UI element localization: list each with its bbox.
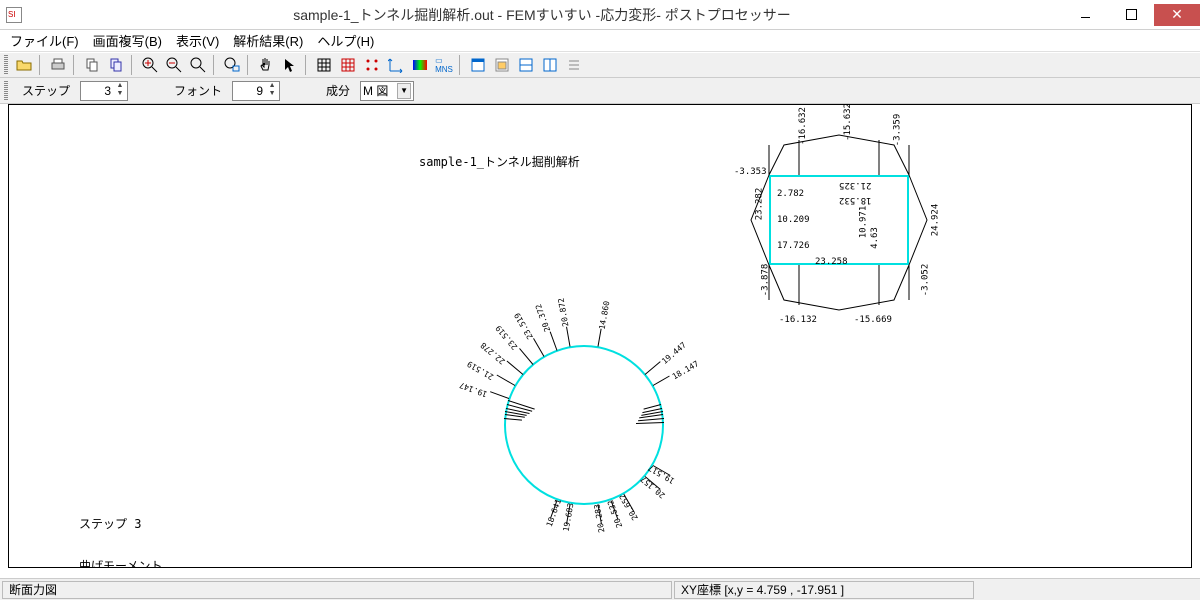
menu-help[interactable]: ヘルプ(H) [311, 29, 380, 52]
tunnel-value-label: 19.147 [458, 380, 488, 398]
tunnel-value-label: 18.641 [544, 498, 562, 528]
window3-icon[interactable] [515, 54, 537, 76]
zoom-fit-icon[interactable] [187, 54, 209, 76]
grid-red-icon[interactable] [337, 54, 359, 76]
zoom-in-icon[interactable] [139, 54, 161, 76]
frame-diagram: -3.353 -16.632 -15.632 -3.359 23.282 2.7… [729, 125, 949, 325]
app-icon [6, 7, 22, 23]
plot-title: sample-1_トンネル掘削解析 [419, 153, 580, 170]
step-spin-buttons[interactable]: ▲▼ [113, 82, 127, 100]
rect-val: 24.924 [930, 204, 940, 237]
component-value: M 図 [363, 82, 397, 99]
close-button[interactable] [1154, 4, 1200, 26]
grid-icon[interactable] [313, 54, 335, 76]
tunnel-value-label: 20.872 [556, 297, 570, 327]
status-bar: 断面力図 XY座標 [x,y = 4.759 , -17.951 ] [0, 578, 1200, 600]
rect-val: -16.132 [779, 315, 817, 325]
maximize-button[interactable] [1108, 4, 1154, 26]
pointer-icon[interactable] [279, 54, 301, 76]
tunnel-value-label: 19.683 [562, 503, 576, 533]
tunnel-value-label: 21.519 [466, 359, 496, 381]
step-spinner[interactable]: ▲▼ [80, 81, 128, 101]
tunnel-value-label: 18.147 [671, 360, 701, 382]
plot-canvas[interactable]: sample-1_トンネル掘削解析 ステップ 3 曲げモーメント 最大値 = 2… [8, 104, 1192, 568]
window4-icon[interactable] [539, 54, 561, 76]
toolbar-main: ▭MNS [0, 52, 1200, 78]
tunnel-value-label: 14.860 [597, 300, 611, 330]
rect-val: -3.878 [760, 264, 770, 297]
zoom-out-icon[interactable] [163, 54, 185, 76]
window2-icon[interactable] [491, 54, 513, 76]
rect-val: -15.632 [843, 104, 853, 141]
rainbow-icon[interactable] [409, 54, 431, 76]
menu-view[interactable]: 表示(V) [170, 29, 225, 52]
rect-val: -16.632 [798, 107, 808, 145]
rect-val: -15.669 [854, 315, 892, 325]
tunnel-diagram: 19.14721.51922.27823.51923.51920.37220.8… [484, 305, 684, 568]
rect-val: 4.63 [870, 227, 880, 249]
nodes-icon[interactable] [361, 54, 383, 76]
zoom-window-icon[interactable] [221, 54, 243, 76]
component-combo[interactable]: M 図 ▼ [360, 81, 414, 101]
title-bar: sample-1_トンネル掘削解析.out - FEMすいすい -応力変形- ポ… [0, 0, 1200, 30]
rect-val: 10.971 [858, 206, 868, 239]
copy2-icon[interactable] [105, 54, 127, 76]
rect-val: -3.353 [734, 167, 767, 177]
rect-val: -3.052 [920, 264, 930, 297]
plot-info: ステップ 3 曲げモーメント 最大値 = 2.352E+01 最小値 =-2.3… [79, 489, 209, 568]
window1-icon[interactable] [467, 54, 489, 76]
rect-val: 18.532 [839, 195, 872, 205]
print-icon[interactable] [47, 54, 69, 76]
tunnel-value-label: 20.372 [534, 303, 552, 333]
tunnel-value-label: 23.519 [513, 311, 535, 341]
rect-val: 10.209 [777, 215, 810, 225]
font-input[interactable] [233, 84, 265, 98]
font-spin-buttons[interactable]: ▲▼ [265, 82, 279, 100]
tunnel-value-label: 19.447 [661, 341, 689, 366]
rect-val: -3.359 [892, 114, 902, 147]
mns-icon[interactable]: ▭MNS [433, 54, 455, 76]
tunnel-value-label: 20.283 [593, 503, 607, 533]
toolbar-options: ステップ ▲▼ フォント ▲▼ 成分 M 図 ▼ [0, 78, 1200, 104]
rect-val: 21.325 [839, 180, 872, 190]
open-icon[interactable] [13, 54, 35, 76]
menu-screencopy[interactable]: 画面複写(B) [87, 29, 168, 52]
copy-icon[interactable] [81, 54, 103, 76]
component-label: 成分 [322, 82, 354, 99]
menu-file[interactable]: ファイル(F) [4, 29, 85, 52]
toolbar-grip-2 [4, 81, 8, 101]
chevron-down-icon[interactable]: ▼ [397, 83, 411, 99]
rect-val: 17.726 [777, 241, 810, 251]
tunnel-value-label: 23.519 [494, 324, 519, 352]
rect-val: 23.258 [815, 257, 848, 267]
step-label: ステップ [18, 82, 74, 99]
info-type: 曲げモーメント [79, 559, 209, 568]
pan-icon[interactable] [255, 54, 277, 76]
toolbar-grip [4, 55, 8, 75]
font-label: フォント [170, 82, 226, 99]
step-input[interactable] [81, 84, 113, 98]
status-coord: XY座標 [x,y = 4.759 , -17.951 ] [674, 581, 974, 599]
window-title: sample-1_トンネル掘削解析.out - FEMすいすい -応力変形- ポ… [22, 5, 1062, 25]
menu-result[interactable]: 解析結果(R) [227, 29, 309, 52]
list-icon[interactable] [563, 54, 585, 76]
font-spinner[interactable]: ▲▼ [232, 81, 280, 101]
status-mode: 断面力図 [2, 581, 672, 599]
rect-val: 23.282 [754, 188, 764, 221]
tunnel-value-label: 22.278 [479, 340, 507, 365]
menu-bar: ファイル(F) 画面複写(B) 表示(V) 解析結果(R) ヘルプ(H) [0, 30, 1200, 52]
info-step: ステップ 3 [79, 517, 209, 531]
axis-icon[interactable] [385, 54, 407, 76]
minimize-button[interactable] [1062, 4, 1108, 26]
rect-val: 2.782 [777, 189, 804, 199]
